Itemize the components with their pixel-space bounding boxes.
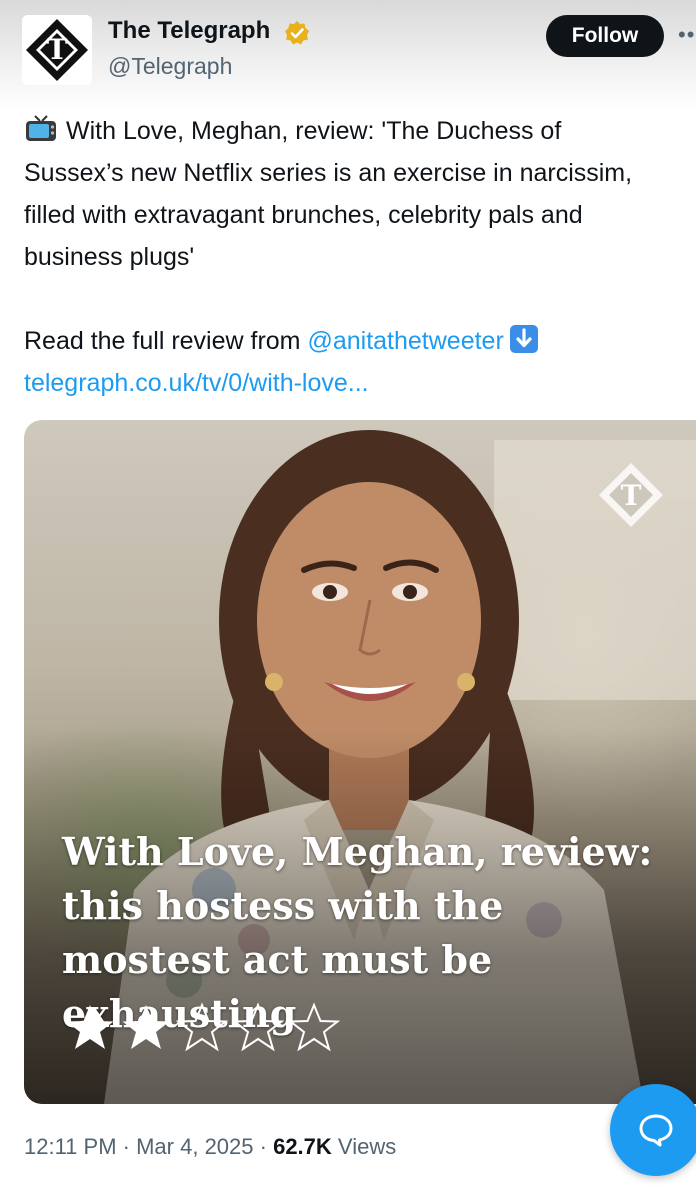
compose-reply-button[interactable] [610, 1084, 696, 1176]
svg-text:T: T [47, 33, 68, 66]
svg-text:T: T [621, 479, 642, 512]
more-dots-icon[interactable]: ••• [678, 22, 696, 48]
tweet-text-main: With Love, Meghan, review: 'The Duchess … [24, 117, 633, 271]
telegraph-watermark-icon: T [599, 463, 663, 527]
tweet-time[interactable]: 12:11 PM [24, 1134, 117, 1159]
tweet-paragraph-read: Read the full review from @anitathetweet… [24, 320, 664, 404]
meta-separator: · [253, 1134, 274, 1159]
views-label: Views [337, 1134, 397, 1159]
account-handle[interactable]: @Telegraph [108, 53, 232, 80]
author-mention-link[interactable]: @anitathetweeter [307, 327, 503, 355]
star-rating [64, 1002, 340, 1054]
views-count: 62.7K [273, 1134, 332, 1159]
meta-separator: · [116, 1134, 137, 1159]
tweet-body: With Love, Meghan, review: 'The Duchess … [24, 110, 664, 404]
tweet-paragraph-main: With Love, Meghan, review: 'The Duchess … [24, 110, 664, 278]
star-empty-icon [232, 1002, 284, 1052]
star-filled-icon [122, 1005, 170, 1049]
read-review-prefix: Read the full review from [24, 327, 308, 355]
tweet-meta: 12:11 PM · Mar 4, 2025 · 62.7K Views [24, 1134, 396, 1160]
article-media-card[interactable]: T With Love, Meghan, review: this hostes… [24, 420, 696, 1104]
star-filled-icon [66, 1005, 114, 1049]
television-emoji-icon [26, 115, 56, 141]
telegraph-logo-icon: T [22, 15, 92, 85]
article-link[interactable]: telegraph.co.uk/tv/0/with-love... [24, 369, 369, 397]
account-display-name[interactable]: The Telegraph [108, 17, 270, 45]
star-empty-icon [176, 1002, 228, 1052]
star-empty-icon [288, 1002, 340, 1052]
tweet-date[interactable]: Mar 4, 2025 [136, 1134, 253, 1159]
follow-button[interactable]: Follow [546, 15, 664, 57]
gold-verified-badge-icon [285, 21, 309, 45]
account-avatar[interactable]: T [22, 15, 92, 85]
chat-bubble-icon [639, 1114, 673, 1147]
down-arrow-emoji-icon [509, 325, 538, 353]
